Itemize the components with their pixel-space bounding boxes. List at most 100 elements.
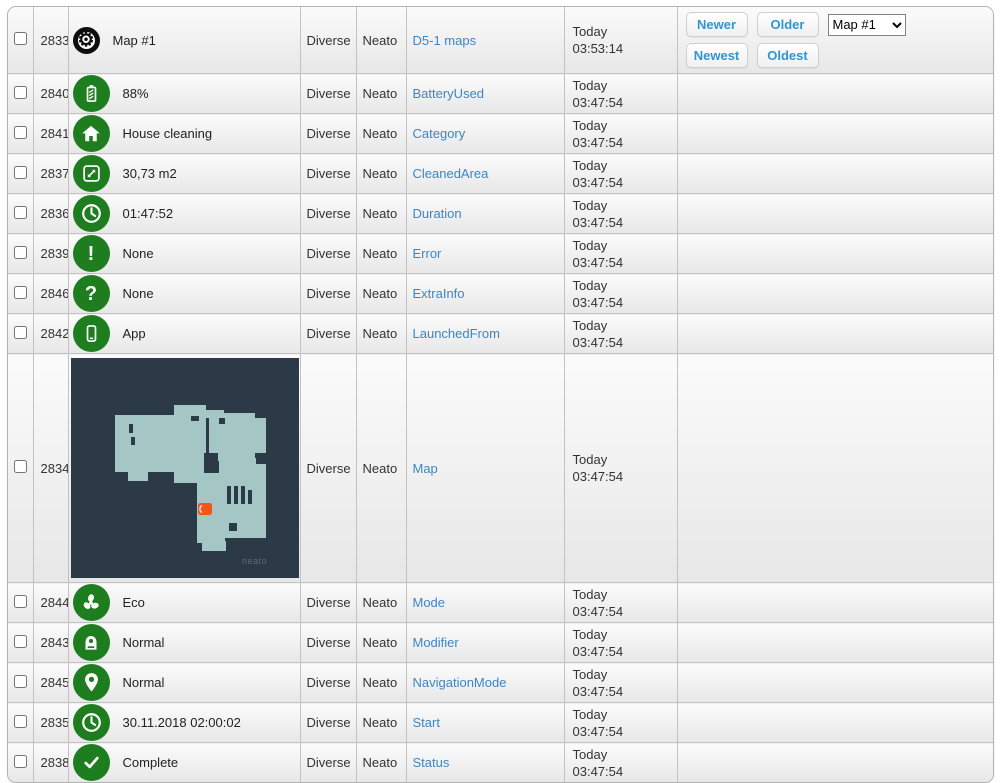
device-type: Diverse: [299, 273, 357, 314]
status-cell: Complete: [67, 742, 301, 782]
last-seen: Today 03:47:54: [563, 662, 678, 703]
device-name-link[interactable]: ExtraInfo: [405, 273, 565, 314]
actions-cell: [676, 353, 993, 583]
device-name-link[interactable]: Map: [405, 353, 565, 583]
device-type: Diverse: [299, 193, 357, 234]
device-value: Eco: [122, 595, 145, 610]
row-checkbox[interactable]: [13, 594, 27, 608]
status-cell: 01:47:52: [67, 193, 301, 234]
device-name-link[interactable]: D5-1 maps: [405, 7, 565, 74]
status-wrap: ⚙ Map #1: [71, 26, 296, 54]
status-cell: 30.11.2018 02:00:02: [67, 702, 301, 743]
status-cell: ! None: [67, 233, 301, 274]
newest-button[interactable]: Newest: [685, 43, 748, 68]
table-row: 2846? None Diverse Neato ExtraInfo Today 03:47…: [8, 273, 993, 314]
device-name-link[interactable]: Modifier: [405, 622, 565, 663]
last-seen: Today 03:47:54: [563, 233, 678, 274]
fan-icon: [72, 584, 110, 621]
older-button[interactable]: Older: [756, 12, 819, 37]
table-row: 2845 Normal Diverse Neato NavigationMode Tod…: [8, 662, 993, 703]
row-checkbox[interactable]: [13, 165, 27, 179]
map-image[interactable]: neato: [70, 358, 299, 578]
clock-icon: [72, 704, 110, 741]
device-hardware: Neato: [355, 622, 407, 663]
device-name-link[interactable]: Duration: [405, 193, 565, 234]
clock-icon: [72, 195, 110, 232]
device-hardware: Neato: [355, 73, 407, 114]
row-checkbox[interactable]: [13, 634, 27, 648]
last-seen-day: Today: [572, 24, 608, 39]
device-idx: 2840: [32, 73, 69, 114]
actions-cell: [676, 582, 993, 623]
row-checkbox[interactable]: [13, 460, 27, 473]
status-cell: Normal: [67, 662, 301, 703]
device-name-link[interactable]: NavigationMode: [405, 662, 565, 703]
row-checkbox[interactable]: [13, 205, 27, 219]
phone-icon: [72, 315, 110, 352]
device-value: None: [122, 246, 154, 261]
row-checkbox[interactable]: [13, 325, 27, 339]
last-seen-time: 03:47:54: [572, 763, 624, 779]
row-checkbox[interactable]: [13, 714, 27, 728]
status-cell: Normal: [67, 622, 301, 663]
last-seen-time: 03:47:54: [572, 294, 624, 310]
last-seen-day: Today: [572, 197, 608, 213]
device-name-link[interactable]: LaunchedFrom: [405, 313, 565, 354]
last-seen-day: Today: [572, 237, 608, 253]
actions-cell: [676, 273, 993, 314]
device-name-link[interactable]: Mode: [405, 582, 565, 623]
row-checkbox[interactable]: [13, 85, 27, 99]
device-hardware: Neato: [355, 353, 407, 583]
device-name-link[interactable]: Start: [405, 702, 565, 743]
last-seen-time: 03:47:54: [572, 334, 624, 350]
newer-button[interactable]: Newer: [685, 12, 748, 37]
device-table-container: 2833 ⚙ Map #1 Diverse Neato D5-1 maps Today 03:…: [7, 6, 994, 783]
device-type: Diverse: [299, 622, 357, 663]
device-name-link[interactable]: Status: [405, 742, 565, 782]
table-row: 2842 App Diverse Neato LaunchedFrom Today 03:…: [8, 313, 993, 354]
device-idx: 2842: [32, 313, 69, 354]
map-actions: Newer Older Map #1 Newest Oldest: [685, 12, 986, 68]
last-seen-time: 03:47:54: [572, 214, 624, 230]
status-cell: ⚙ Map #1: [67, 7, 301, 74]
row-checkbox[interactable]: [13, 125, 27, 139]
last-seen-day: Today: [572, 117, 608, 133]
select-cell: [8, 7, 34, 74]
row-checkbox[interactable]: [13, 674, 27, 688]
row-checkbox[interactable]: [13, 285, 27, 299]
table-row: 2834 neato Diverse Neato Map Today 03:47…: [8, 353, 993, 583]
actions-cell: [676, 153, 993, 194]
device-name-link[interactable]: CleanedArea: [405, 153, 565, 194]
device-name-link[interactable]: BatteryUsed: [405, 73, 565, 114]
actions-cell: [676, 742, 993, 782]
table-row: 2840 88% Diverse Neato BatteryUsed Today 03:4…: [8, 73, 993, 114]
device-hardware: Neato: [355, 313, 407, 354]
device-type: Diverse: [299, 702, 357, 743]
last-seen-day: Today: [572, 586, 608, 602]
device-value: 30.11.2018 02:00:02: [122, 715, 241, 730]
oldest-button[interactable]: Oldest: [756, 43, 819, 68]
device-hardware: Neato: [355, 582, 407, 623]
last-seen-day: Today: [572, 746, 608, 762]
map-select[interactable]: Map #1: [827, 13, 906, 36]
device-name-link[interactable]: Error: [405, 233, 565, 274]
row-checkbox[interactable]: [13, 754, 27, 768]
status-wrap: neato: [70, 357, 299, 579]
actions-cell: [676, 73, 993, 114]
status-cell: ? None: [67, 273, 301, 314]
last-seen: Today 03:47:54: [563, 702, 678, 743]
device-idx: 2839: [32, 233, 69, 274]
table-row: 2841 House cleaning Diverse Neato Category T…: [8, 113, 993, 154]
device-type: Diverse: [299, 313, 357, 354]
last-seen-day: Today: [572, 317, 608, 333]
device-idx: 2845: [32, 662, 69, 703]
select-cell: [8, 73, 34, 114]
device-name-link[interactable]: Category: [405, 113, 565, 154]
device-value: Map #1: [112, 32, 156, 48]
select-cell: [8, 702, 34, 743]
status-cell: 88%: [67, 73, 301, 114]
last-seen-time: 03:47:54: [572, 643, 624, 659]
row-checkbox[interactable]: [13, 245, 27, 259]
row-checkbox[interactable]: [13, 32, 27, 45]
last-seen-time: 03:47:54: [572, 603, 624, 619]
